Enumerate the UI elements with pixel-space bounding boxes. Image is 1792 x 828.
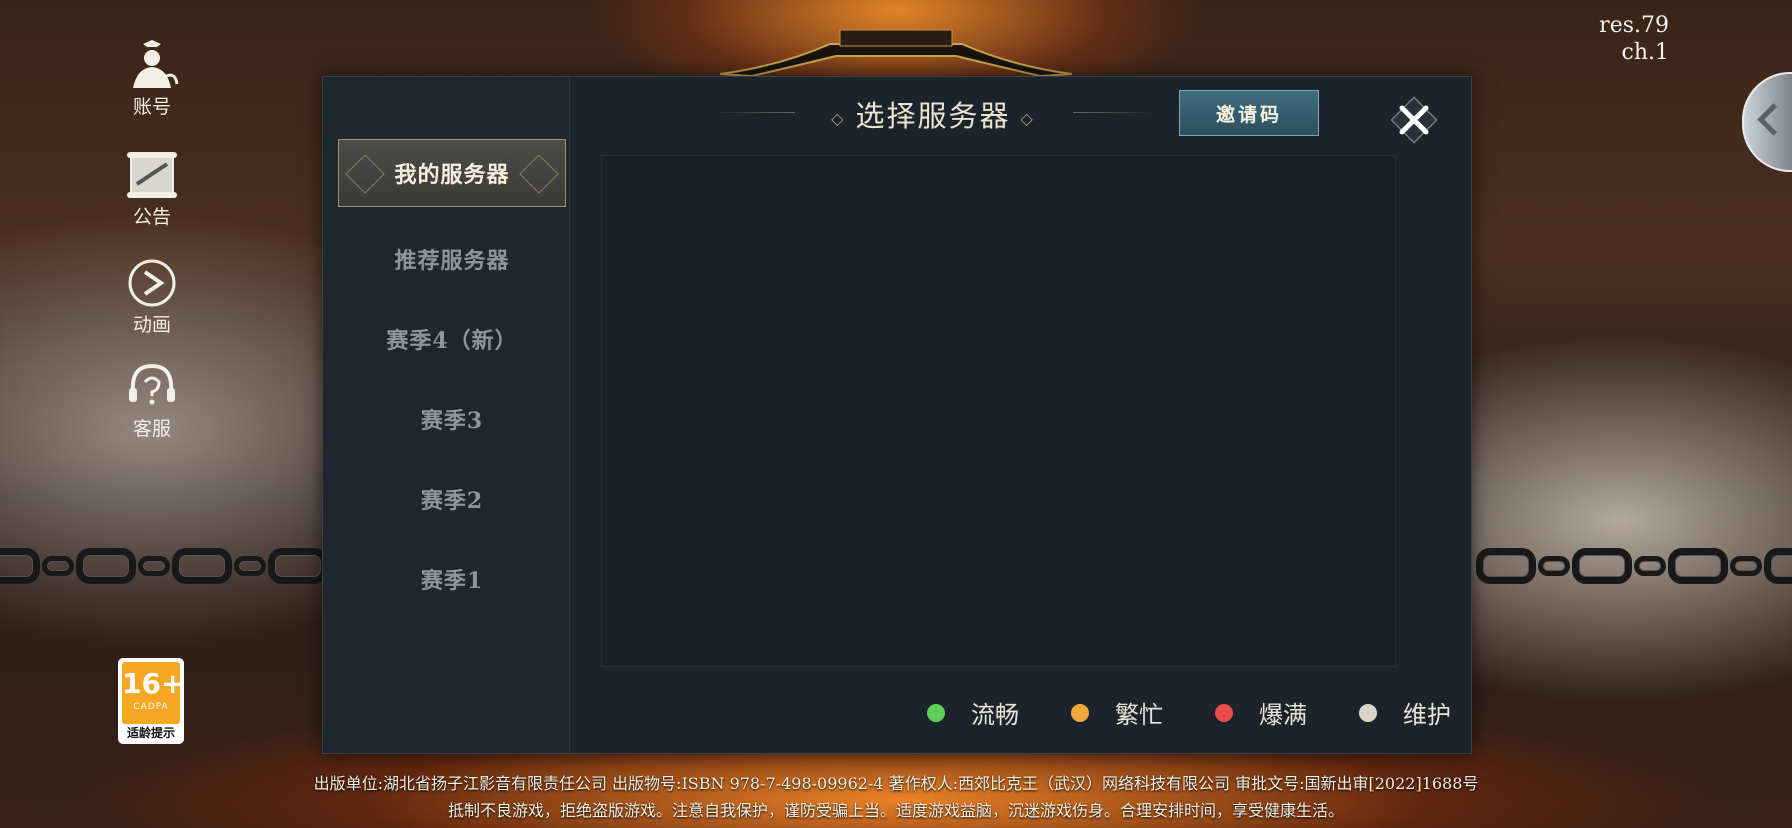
legend-label: 爆满 — [1259, 701, 1307, 729]
customer-service-icon — [129, 363, 175, 405]
age-rating-box: 16+ CADPA — [122, 662, 185, 724]
tab-season-2[interactable]: 赛季2 — [338, 465, 566, 533]
tab-recommended-servers[interactable]: 推荐服务器 — [338, 225, 566, 293]
version-ch: ch.1 — [1621, 40, 1669, 65]
tab-my-servers[interactable]: 我的服务器 — [338, 139, 566, 207]
menu-account-label: 账号 — [132, 96, 171, 118]
side-expand-tab[interactable] — [1742, 72, 1792, 172]
menu-customer-service-label: 客服 — [132, 418, 171, 440]
tab-season-4[interactable]: 赛季4（新） — [338, 305, 566, 373]
play-icon — [128, 259, 176, 307]
menu-customer-service[interactable]: 客服 — [112, 362, 192, 441]
account-icon — [133, 40, 179, 88]
chain-right-decoration — [1476, 540, 1792, 592]
menu-animation[interactable]: 动画 — [112, 258, 192, 337]
legend-full: 爆满 — [1215, 695, 1307, 730]
title-ornament-right — [1073, 112, 1153, 113]
tab-label: 我的服务器 — [394, 162, 510, 188]
chain-left-decoration — [0, 540, 362, 592]
status-dot-gray — [1359, 703, 1377, 722]
close-icon[interactable] — [1388, 94, 1440, 146]
age-rating-tip: 适龄提示 — [126, 726, 175, 740]
tab-label: 赛季3 — [420, 408, 484, 434]
invite-code-button[interactable]: 邀请码 — [1179, 90, 1319, 136]
tab-season-1[interactable]: 赛季1 — [338, 545, 566, 613]
server-select-dialog: 我的服务器 推荐服务器 赛季4（新） 赛季3 赛季2 赛季1 选择服务器 邀请码… — [322, 76, 1472, 754]
age-rating-number: 16+ — [122, 667, 185, 700]
tab-season-3[interactable]: 赛季3 — [338, 385, 566, 453]
legend-label: 流畅 — [971, 701, 1019, 729]
legend-maintenance: 维护 — [1359, 695, 1451, 730]
version-info: res.79 ch.1 — [1599, 12, 1669, 66]
age-rating-badge[interactable]: 16+ CADPA 适龄提示 — [118, 658, 184, 744]
menu-notice[interactable]: 公告 — [112, 150, 192, 229]
footer-publisher-info: 出版单位:湖北省扬子江影音有限责任公司 出版物号:ISBN 978-7-498-… — [313, 774, 1479, 793]
menu-account[interactable]: 账号 — [112, 40, 192, 119]
server-category-sidebar: 我的服务器 推荐服务器 赛季4（新） 赛季3 赛季2 赛季1 — [323, 77, 570, 753]
notice-scroll-icon — [127, 152, 177, 198]
status-dot-red — [1215, 703, 1233, 722]
chevron-left-icon — [1757, 103, 1790, 136]
menu-animation-label: 动画 — [132, 314, 171, 336]
server-status-legend: 流畅 繁忙 爆满 维护 — [927, 695, 1451, 730]
menu-notice-label: 公告 — [132, 206, 171, 228]
server-list-area[interactable] — [601, 155, 1396, 667]
status-dot-orange — [1071, 703, 1089, 722]
legend-busy: 繁忙 — [1071, 695, 1163, 730]
palace-roof-decoration — [720, 29, 1072, 78]
legend-label: 维护 — [1403, 701, 1451, 729]
legend-label: 繁忙 — [1115, 701, 1163, 729]
tab-label: 赛季1 — [420, 568, 484, 594]
tab-label: 赛季4（新） — [386, 328, 518, 354]
legend-smooth: 流畅 — [927, 695, 1019, 730]
age-rating-org: CADPA — [133, 702, 169, 712]
version-res: res.79 — [1599, 13, 1669, 38]
dialog-title: 选择服务器 — [783, 93, 1083, 135]
footer-health-notice: 抵制不良游戏，拒绝盗版游戏。注意自我保护，谨防受骗上当。适度游戏益脑，沉迷游戏伤… — [447, 801, 1344, 820]
tab-label: 推荐服务器 — [394, 248, 510, 274]
tab-label: 赛季2 — [420, 488, 484, 514]
status-dot-green — [927, 703, 945, 722]
